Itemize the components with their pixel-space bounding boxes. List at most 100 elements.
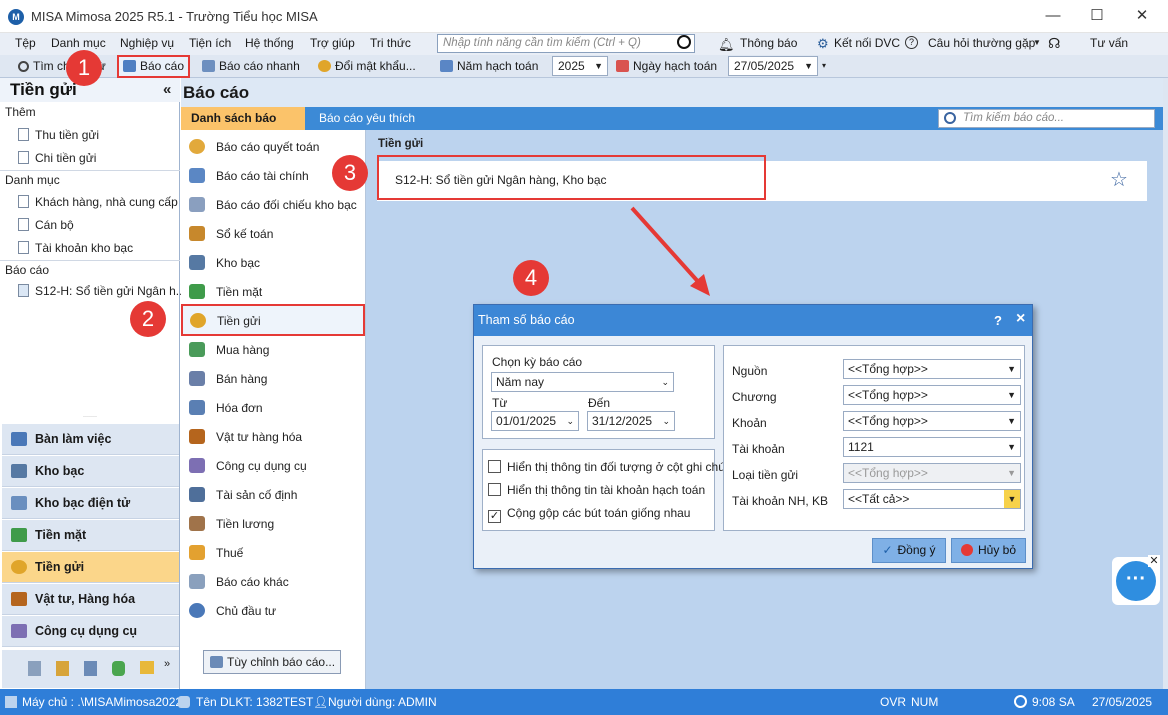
nguon-select[interactable]: <<Tổng hợp>> ▼ — [843, 359, 1021, 379]
connect-dvc-link[interactable]: Kết nối DVC — [834, 36, 900, 50]
to-date-field[interactable]: 31/12/2025 ⌄ — [587, 411, 675, 431]
report-row-s12h[interactable]: S12-H: Sổ tiền gửi Ngân hàng, Kho bạc ☆ — [377, 155, 1147, 201]
menu-danh-muc[interactable]: Danh mục — [51, 36, 106, 50]
customize-report-button[interactable]: Tùy chỉnh báo cáo... — [203, 650, 341, 674]
tknh-select[interactable]: <<Tất cả>> ▼ — [843, 489, 1021, 509]
cat-bao-cao-tai-chinh[interactable]: Báo cáo tài chính — [189, 168, 309, 183]
period-select[interactable]: Năm nay ⌄ — [491, 372, 674, 392]
nav-kho-bac-dien-tu[interactable]: Kho bạc điện tử — [2, 488, 179, 519]
cat-tai-san[interactable]: Tài sản cố định — [189, 487, 297, 502]
scrollbar[interactable] — [1163, 78, 1168, 689]
cat-label: Báo cáo tài chính — [216, 169, 309, 183]
posting-date-select[interactable]: 27/05/2025 ▼ — [728, 56, 818, 76]
cat-vat-tu[interactable]: Vật tư hàng hóa — [189, 429, 302, 444]
category-list: Báo cáo quyết toán Báo cáo tài chính Báo… — [181, 130, 366, 689]
close-dialog-button[interactable]: × — [1016, 310, 1025, 328]
quick-report-button[interactable]: Báo cáo nhanh — [198, 57, 304, 76]
checkbox-checked[interactable]: ✓ — [488, 510, 501, 523]
chuong-label: Chương — [732, 390, 777, 404]
faq-link[interactable]: Câu hỏi thường gặp — [928, 36, 1035, 50]
notification-link[interactable]: Thông báo — [740, 36, 797, 50]
toolbar-overflow-icon[interactable]: ▾ — [822, 61, 826, 70]
headset-icon[interactable]: ☊ — [1048, 35, 1060, 52]
cat-thue[interactable]: Thuế — [189, 545, 243, 560]
chevron-down-icon[interactable]: ▼ — [1033, 38, 1041, 47]
nav-cong-cu[interactable]: Công cụ dụng cụ — [2, 616, 179, 647]
nav-tien-mat[interactable]: Tiền mặt — [2, 520, 179, 551]
folder-icon[interactable] — [140, 661, 154, 674]
tab-report-list[interactable]: Danh sách báo cáo — [181, 107, 305, 148]
report-icon — [189, 574, 205, 589]
help-button[interactable]: ? — [994, 313, 1002, 328]
desk-icon — [11, 432, 27, 446]
cat-so-ke-toan[interactable]: Sổ kế toán — [189, 226, 273, 241]
num-indicator: NUM — [911, 695, 939, 709]
cat-ban-hang[interactable]: Bán hàng — [189, 371, 267, 386]
cat-cong-cu[interactable]: Công cụ dụng cụ — [189, 458, 307, 473]
more-icon[interactable]: » — [164, 658, 170, 670]
option-doi-tuong[interactable]: Hiển thị thông tin đối tượng ở cột ghi c… — [488, 460, 725, 474]
menu-he-thong[interactable]: Hệ thống — [245, 36, 294, 50]
cat-mua-hang[interactable]: Mua hàng — [189, 342, 269, 357]
khoan-label: Khoản — [732, 416, 767, 430]
minimize-button[interactable]: — — [1040, 4, 1066, 28]
option-tai-khoan[interactable]: Hiển thị thông tin tài khoản hạch toán — [488, 483, 705, 497]
khoan-select[interactable]: <<Tổng hợp>> ▼ — [843, 411, 1021, 431]
close-window-button[interactable]: ✕ — [1129, 4, 1155, 28]
menu-tro-giup[interactable]: Trợ giúp — [310, 36, 355, 50]
close-chat-icon[interactable]: ✕ — [1148, 555, 1160, 567]
cancel-button[interactable]: Hủy bỏ — [951, 538, 1026, 563]
change-password-button[interactable]: Đổi mật khẩu... — [314, 57, 420, 76]
left-item-khach-hang[interactable]: Khách hàng, nhà cung cấp — [18, 195, 178, 209]
left-item-s12h[interactable]: S12-H: Sổ tiền gửi Ngân h... — [18, 284, 186, 298]
collapse-icon[interactable]: « — [163, 81, 171, 98]
checkbox[interactable] — [488, 460, 501, 473]
nav-vat-tu[interactable]: Vật tư, Hàng hóa — [2, 584, 179, 615]
maximize-button[interactable]: ☐ — [1084, 4, 1110, 28]
star-icon[interactable]: ☆ — [1110, 167, 1128, 192]
report-button[interactable]: Báo cáo — [117, 55, 191, 78]
nav-tien-gui[interactable]: Tiền gửi — [2, 552, 179, 583]
cat-chu-dau-tu[interactable]: Chủ đầu tư — [189, 603, 276, 618]
nav-ban-lam-viec[interactable]: Bàn làm việc — [2, 424, 179, 455]
report-search-input[interactable]: Tìm kiếm báo cáo... — [938, 109, 1155, 128]
menu-nghiep-vu[interactable]: Nghiệp vụ — [120, 36, 174, 50]
cat-bao-cao-khac[interactable]: Báo cáo khác — [189, 574, 289, 589]
chuong-select[interactable]: <<Tổng hợp>> ▼ — [843, 385, 1021, 405]
cat-tien-luong[interactable]: Tiền lương — [189, 516, 274, 531]
splitter-handle[interactable]: ······· — [0, 414, 180, 420]
search-icon[interactable] — [677, 35, 691, 49]
checkbox[interactable] — [488, 483, 501, 496]
ok-button[interactable]: ✓ Đồng ý — [872, 538, 946, 563]
menu-tien-ich[interactable]: Tiện ích — [189, 36, 231, 50]
option-cong-gop[interactable]: ✓ Cộng gộp các bút toán giống nhau — [488, 506, 690, 523]
cat-bao-cao-quyet-toan[interactable]: Báo cáo quyết toán — [189, 139, 319, 154]
left-item-chi-tien-gui[interactable]: Chi tiền gửi — [18, 151, 96, 165]
menu-tep[interactable]: Tệp — [15, 36, 36, 50]
left-item-tai-khoan-kho-bac[interactable]: Tài khoản kho bạc — [18, 241, 133, 255]
calculator-icon[interactable] — [28, 661, 41, 676]
cat-kho-bac[interactable]: Kho bạc — [189, 255, 260, 270]
cat-label: Tiền gửi — [217, 314, 261, 328]
nav-kho-bac[interactable]: Kho bạc — [2, 456, 179, 487]
chevron-down-icon: ⌄ — [662, 416, 670, 426]
taikhoan-select[interactable]: 1121 ▼ — [843, 437, 1021, 457]
menu-tri-thuc[interactable]: Tri thức — [370, 36, 411, 50]
cat-tien-mat[interactable]: Tiền mặt — [189, 284, 262, 299]
left-item-thu-tien-gui[interactable]: Thu tiền gửi — [18, 128, 99, 142]
feature-search-input[interactable]: Nhập tính năng cần tìm kiếm (Ctrl + Q) — [437, 34, 695, 53]
from-date-field[interactable]: 01/01/2025 ⌄ — [491, 411, 579, 431]
bell-icon[interactable]: 🔔︎ — [718, 37, 735, 53]
chat-widget[interactable]: ··· ✕ — [1112, 555, 1160, 605]
shield-icon[interactable] — [112, 661, 125, 676]
nav-label: Tiền gửi — [35, 560, 85, 574]
invoice-icon[interactable] — [56, 661, 69, 676]
cat-doi-chieu-kho-bac[interactable]: Báo cáo đối chiếu kho bạc — [189, 197, 357, 212]
left-item-can-bo[interactable]: Cán bộ — [18, 218, 74, 232]
tab-favorites[interactable]: Báo cáo yêu thích — [309, 107, 425, 130]
consult-link[interactable]: Tư vấn — [1090, 36, 1128, 50]
cat-hoa-don[interactable]: Hóa đơn — [189, 400, 263, 415]
edit-doc-icon[interactable] — [84, 661, 97, 676]
cat-tien-gui[interactable]: Tiền gửi — [181, 304, 365, 336]
fiscal-year-select[interactable]: 2025 ▼ — [552, 56, 608, 76]
